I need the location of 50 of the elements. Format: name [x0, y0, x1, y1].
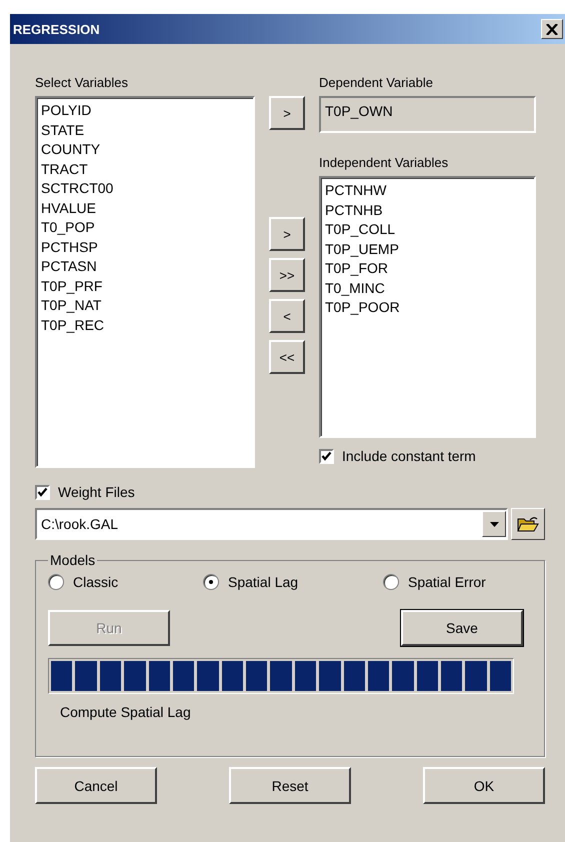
- variable-item[interactable]: T0P_COLL: [325, 220, 530, 240]
- variable-item[interactable]: TRACT: [41, 160, 249, 179]
- variable-item[interactable]: PCTHSP: [41, 238, 249, 257]
- variable-item[interactable]: T0P_FOR: [325, 259, 530, 278]
- radio-label: Spatial Lag: [228, 574, 298, 590]
- status-text: Compute Spatial Lag: [60, 704, 192, 720]
- move-button[interactable]: >: [269, 217, 305, 251]
- select-variables-label: Select Variables: [35, 74, 129, 92]
- variable-item[interactable]: STATE: [41, 120, 249, 140]
- variable-item[interactable]: T0P_POOR: [325, 298, 530, 318]
- checkbox-label: Weight Files: [58, 484, 135, 500]
- checkbox[interactable]: [319, 448, 334, 464]
- radio-label: Spatial Error: [408, 574, 486, 590]
- radio-button[interactable]: [48, 574, 64, 590]
- checkbox-label: Include constant term: [342, 448, 476, 464]
- variable-item[interactable]: T0P_UEMP: [325, 240, 530, 259]
- variable-item[interactable]: T0_POP: [41, 218, 249, 238]
- dialog-button[interactable]: OK: [423, 767, 545, 804]
- variable-item[interactable]: PCTASN: [41, 257, 249, 276]
- move-button[interactable]: <<: [269, 340, 305, 374]
- close-button[interactable]: [541, 19, 563, 39]
- weight-file-dropdown[interactable]: C:\rook.GAL: [35, 508, 508, 540]
- move-button[interactable]: <: [269, 299, 305, 333]
- variable-item[interactable]: T0_MINC: [325, 278, 530, 298]
- radio-label: Classic: [73, 574, 118, 590]
- folder-icon: [517, 516, 539, 532]
- variable-item[interactable]: HVALUE: [41, 198, 249, 218]
- independent-variables-label: Independent Variables: [319, 154, 450, 172]
- move-button[interactable]: >>: [269, 258, 305, 292]
- close-icon: [546, 24, 558, 34]
- save-button[interactable]: Save: [401, 610, 523, 646]
- dependent-variable-field[interactable]: T0P_OWN: [319, 96, 536, 133]
- variable-item[interactable]: T0P_REC: [41, 316, 249, 335]
- variable-item[interactable]: PCTNHB: [325, 200, 530, 220]
- variable-item[interactable]: T0P_NAT: [41, 296, 249, 316]
- radio-button[interactable]: [203, 574, 219, 590]
- dialog-button[interactable]: Reset: [229, 767, 351, 804]
- dependent-variable-label: Dependent Variable: [319, 74, 434, 92]
- window-title: REGRESSION: [13, 22, 100, 36]
- move-to-dependent-button[interactable]: >: [269, 96, 305, 130]
- radio-button[interactable]: [383, 574, 399, 590]
- open-folder-button[interactable]: [511, 508, 545, 540]
- dialog-button[interactable]: Cancel: [35, 767, 157, 804]
- variable-item[interactable]: PCTNHW: [325, 181, 530, 200]
- variable-item[interactable]: POLYID: [41, 101, 249, 120]
- variable-item[interactable]: T0P_PRF: [41, 276, 249, 296]
- variable-item[interactable]: SCTRCT00: [41, 179, 249, 198]
- models-group-label: Models: [49, 552, 96, 568]
- variable-item[interactable]: COUNTY: [41, 140, 249, 160]
- checkbox[interactable]: [35, 484, 50, 500]
